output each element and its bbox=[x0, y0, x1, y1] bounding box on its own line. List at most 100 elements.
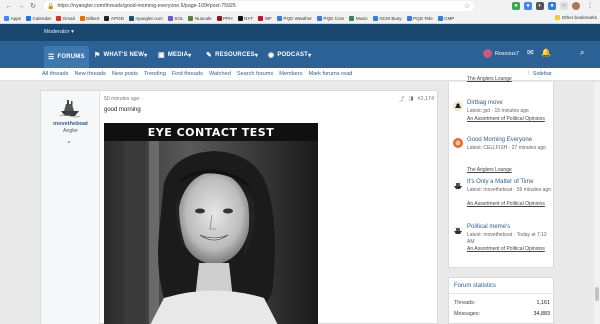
subnav-find-threads[interactable]: Find threads bbox=[172, 71, 203, 77]
bookmark-item[interactable]: PQD Weather bbox=[276, 15, 312, 21]
bookmark-item[interactable]: GCM Busy bbox=[372, 15, 402, 21]
page-scrollbar[interactable] bbox=[594, 82, 600, 324]
thread-forum-link[interactable]: The Anglers Lounge bbox=[467, 76, 553, 83]
divider bbox=[449, 293, 553, 294]
bookmark-item[interactable]: CMP bbox=[437, 15, 455, 21]
thread-forum-link[interactable]: The Anglers Lounge bbox=[467, 167, 553, 174]
chevron-down-icon[interactable]: ▾ bbox=[255, 52, 258, 59]
tab-icon: ▣ bbox=[158, 52, 165, 59]
thread-meta: Latest: CELLFISH · 27 minutes ago bbox=[467, 145, 546, 151]
extension-icon[interactable]: ● bbox=[512, 2, 520, 10]
bookmark-favicon-icon bbox=[237, 15, 243, 21]
bookmark-item[interactable]: SOL bbox=[167, 15, 184, 21]
bookmark-favicon-icon bbox=[258, 15, 264, 21]
bookmark-label: SOL bbox=[174, 15, 184, 21]
subnav-new-posts[interactable]: New posts bbox=[112, 71, 138, 77]
thread-forum-link[interactable]: An Assortment of Political Opinions bbox=[467, 246, 553, 253]
stat-row: Messages: 34,883 bbox=[454, 311, 550, 317]
tab-podcast[interactable]: ◉ PODCAST ▾ bbox=[268, 48, 311, 62]
back-icon[interactable]: ← bbox=[3, 0, 15, 12]
extension-icon[interactable]: ● bbox=[524, 2, 532, 10]
share-icon[interactable]: ⤴ bbox=[399, 95, 404, 103]
bookmark-item[interactable]: Calendar bbox=[25, 15, 51, 21]
subnav-members[interactable]: Members bbox=[279, 71, 302, 77]
envelope-icon[interactable]: ✉ bbox=[527, 48, 534, 57]
avatar bbox=[453, 225, 463, 235]
bookmark-label: Gmail bbox=[62, 15, 75, 21]
extension-icon[interactable]: ○ bbox=[560, 2, 568, 10]
address-bar[interactable]: 🔒 https://nyangler.com/threads/good-morn… bbox=[44, 1, 474, 11]
other-bookmarks[interactable]: Other bookmarks bbox=[555, 15, 597, 20]
search-icon[interactable]: ⌕ bbox=[580, 48, 584, 58]
menu-icon[interactable]: ⋮ bbox=[586, 2, 594, 10]
bookmark-favicon-icon bbox=[104, 15, 110, 21]
bookmark-item[interactable]: Nuscale bbox=[188, 15, 212, 21]
bookmark-item[interactable]: PQD Tele bbox=[406, 15, 433, 21]
bookmark-item[interactable]: Apps bbox=[4, 15, 21, 21]
tab-label: RESOURCES bbox=[215, 52, 255, 58]
bookmark-label: Dilbert bbox=[86, 15, 100, 21]
extension-icon[interactable]: ● bbox=[548, 2, 556, 10]
profile-icon[interactable] bbox=[572, 2, 580, 10]
bookmark-favicon-icon bbox=[128, 15, 134, 21]
reload-icon[interactable]: ↻ bbox=[27, 0, 39, 12]
bookmark-item[interactable]: PPH bbox=[216, 15, 233, 21]
forward-icon[interactable]: → bbox=[15, 0, 27, 12]
avatar bbox=[483, 49, 492, 58]
post-author[interactable]: movetheboat bbox=[41, 121, 100, 127]
post-body: good morning bbox=[104, 107, 141, 113]
post-image[interactable]: EYE CONTACT TEST bbox=[104, 123, 318, 324]
thread-title[interactable]: Good Morning Everyone bbox=[467, 137, 553, 144]
bookmark-label: APOD bbox=[110, 15, 124, 21]
subnav-all-threads[interactable]: All threads bbox=[42, 71, 68, 77]
post-timestamp[interactable]: 50 minutes ago bbox=[104, 96, 139, 102]
post-user-panel: movetheboat Angler ⌄ bbox=[41, 91, 100, 324]
boat-avatar-icon[interactable] bbox=[59, 98, 81, 118]
subnav-watched[interactable]: Watched bbox=[209, 71, 231, 77]
tab-label: FORUMS bbox=[57, 54, 85, 60]
chevron-down-icon[interactable]: ▾ bbox=[188, 52, 191, 59]
folder-icon bbox=[555, 15, 561, 20]
bookmark-item[interactable]: nyangler.com bbox=[128, 15, 163, 21]
bookmark-item[interactable]: NYT bbox=[237, 15, 254, 21]
star-icon[interactable]: ☆ bbox=[464, 2, 470, 10]
bookmark-item[interactable]: Gmail bbox=[56, 15, 75, 21]
scrollbar-thumb[interactable] bbox=[595, 287, 599, 301]
extension-icon[interactable]: ◐ bbox=[536, 2, 544, 10]
moderator-menu[interactable]: Moderator ▾ bbox=[44, 29, 74, 35]
thread-title[interactable]: It's Only a Matter of Time bbox=[467, 179, 553, 186]
tab-what-s-new[interactable]: ⚑ WHAT'S NEW ▾ bbox=[94, 48, 147, 62]
bookmark-label: CMP bbox=[444, 15, 455, 21]
thread-title[interactable]: Political meme's bbox=[467, 224, 553, 231]
bookmark-label: GCM Busy bbox=[379, 15, 402, 21]
bell-icon[interactable]: 🔔 bbox=[541, 48, 551, 57]
subnav-mark-forums-read[interactable]: Mark forums read bbox=[309, 71, 353, 77]
thread-title[interactable]: Dirtbag move bbox=[467, 100, 553, 107]
tab-media[interactable]: ▣ MEDIA ▾ bbox=[158, 48, 191, 62]
chevron-down-icon[interactable]: ▾ bbox=[308, 52, 311, 59]
bookmark-item[interactable]: APOD bbox=[104, 15, 124, 21]
bookmark-favicon-icon bbox=[4, 15, 9, 21]
bookmark-icon[interactable]: ◨ bbox=[408, 96, 413, 102]
bookmark-favicon-icon bbox=[372, 15, 378, 21]
tab-forums[interactable]: ☰ FORUMS bbox=[44, 46, 89, 68]
subnav-trending[interactable]: Trending bbox=[144, 71, 166, 77]
thread-forum-link[interactable]: An Assortment of Political Opinions bbox=[467, 116, 553, 123]
subnav-search-forums[interactable]: Search forums bbox=[237, 71, 273, 77]
bookmark-item[interactable]: Music bbox=[349, 15, 368, 21]
chevron-down-icon[interactable]: ⌄ bbox=[66, 137, 72, 145]
chevron-down-icon[interactable]: ▾ bbox=[144, 52, 147, 59]
bookmark-item[interactable]: PQD Com bbox=[316, 15, 344, 21]
tab-resources[interactable]: ✎ RESOURCES ▾ bbox=[206, 48, 258, 62]
tab-icon: ◉ bbox=[268, 52, 275, 59]
bookmark-label: NYT bbox=[244, 15, 254, 21]
thread-forum-link[interactable]: An Assortment of Political Opinions bbox=[467, 201, 553, 208]
portrait-image bbox=[104, 141, 318, 324]
user-menu[interactable]: Roscous7 bbox=[483, 49, 519, 58]
bookmark-label: Music bbox=[355, 15, 368, 21]
bookmark-label: PQD Tele bbox=[413, 15, 433, 21]
bookmark-item[interactable]: Dilbert bbox=[79, 15, 100, 21]
bookmark-item[interactable]: WF bbox=[258, 15, 272, 21]
post-number[interactable]: #2,174 bbox=[418, 96, 435, 102]
subnav-new-threads[interactable]: New threads bbox=[74, 71, 105, 77]
